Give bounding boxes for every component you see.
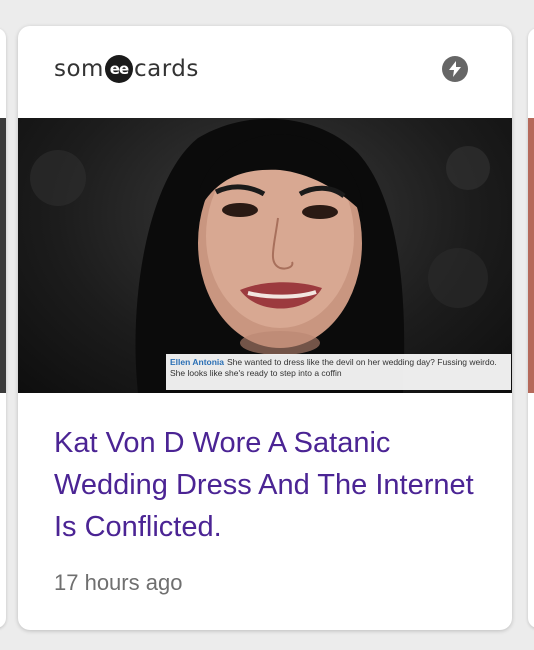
caption-author: Ellen Antonia: [170, 357, 224, 367]
card-header: som ee cards: [18, 26, 512, 118]
article-image[interactable]: Ellen Antonia She wanted to dress like th…: [18, 118, 512, 393]
logo-prefix: som: [54, 56, 104, 82]
logo-suffix: cards: [133, 56, 199, 82]
article-headline[interactable]: Kat Von D Wore A Satanic Wedding Dress A…: [54, 422, 484, 548]
lightning-bolt-glyph: [449, 61, 461, 77]
article-timestamp: 17 hours ago: [54, 570, 183, 595]
image-caption: Ellen Antonia She wanted to dress like th…: [166, 354, 511, 390]
portrait-illustration: [30, 118, 490, 393]
news-card[interactable]: som ee cards Ellen Antonia She wanted to…: [18, 26, 512, 630]
publisher-logo: som ee cards: [54, 54, 199, 84]
lightning-bolt-icon: [442, 56, 468, 82]
previous-card[interactable]: [0, 28, 6, 628]
logo-mark: ee: [104, 55, 133, 83]
next-card[interactable]: [528, 28, 534, 628]
carousel: som ee cards Ellen Antonia She wanted to…: [0, 0, 534, 650]
previous-card-image: [0, 118, 6, 393]
next-card-image: [528, 118, 534, 393]
